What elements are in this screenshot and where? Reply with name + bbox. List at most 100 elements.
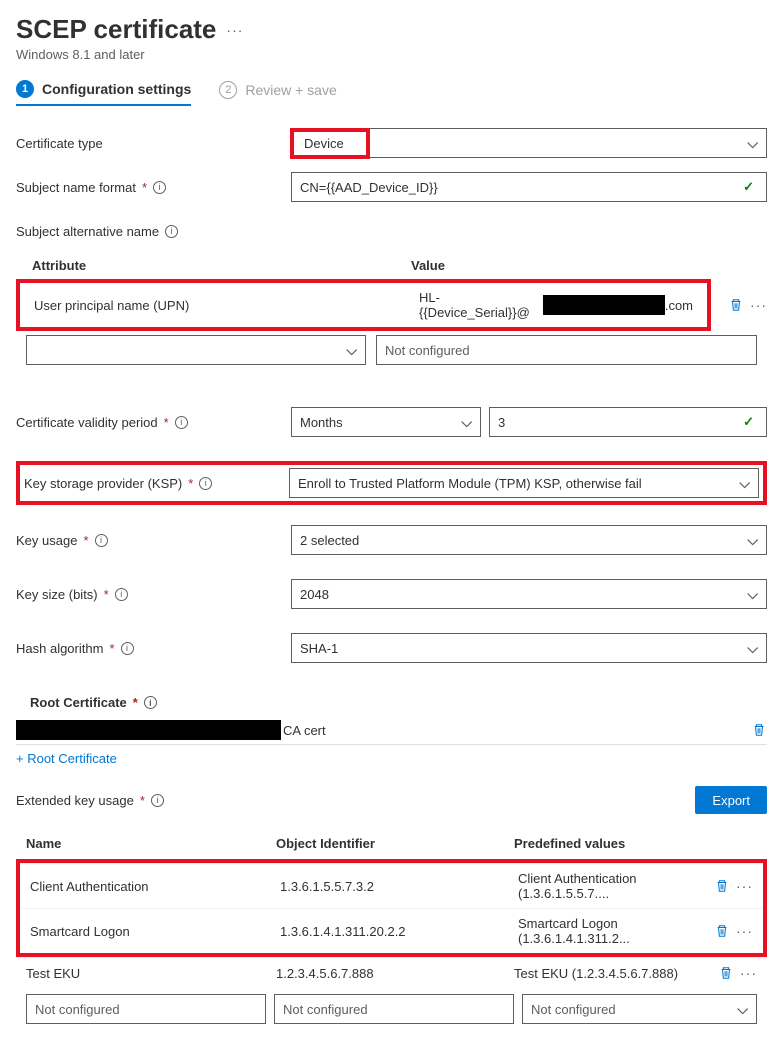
redacted-root-name — [16, 720, 281, 740]
eku-oid-placeholder: Not configured — [283, 1002, 368, 1017]
step-label: Configuration settings — [42, 81, 191, 97]
chevron-down-icon — [739, 475, 750, 492]
root-certificate-suffix: CA cert — [283, 723, 326, 738]
eku-predefined-placeholder: Not configured — [531, 1002, 616, 1017]
step-number-badge: 2 — [219, 81, 237, 99]
certificate-type-label: Certificate type — [16, 136, 103, 151]
eku-predefined: Smartcard Logon (1.3.6.1.4.1.311.2... — [518, 916, 714, 946]
eku-oid-input[interactable]: Not configured — [274, 994, 514, 1024]
hash-algorithm-select[interactable]: SHA-1 — [291, 633, 767, 663]
info-icon[interactable]: i — [151, 794, 164, 807]
page-title: SCEP certificate — [16, 14, 216, 45]
eku-predefined-select[interactable]: Not configured — [522, 994, 757, 1024]
eku-col-oid: Object Identifier — [276, 836, 514, 851]
eku-row-test: Test EKU 1.2.3.4.5.6.7.888 Test EKU (1.2… — [16, 957, 767, 988]
info-icon[interactable]: i — [121, 642, 134, 655]
required-marker: * — [188, 476, 193, 491]
chevron-down-icon — [747, 586, 758, 603]
step-review-save[interactable]: 2 Review + save — [219, 80, 336, 106]
certificate-type-value: Device — [292, 130, 368, 157]
key-size-select[interactable]: 2048 — [291, 579, 767, 609]
eku-predefined: Test EKU (1.2.3.4.5.6.7.888) — [514, 966, 718, 981]
ksp-select[interactable]: Enroll to Trusted Platform Module (TPM) … — [289, 468, 759, 498]
row-more-icon[interactable]: ··· — [750, 297, 767, 313]
step-label: Review + save — [245, 82, 336, 98]
validity-label: Certificate validity period — [16, 415, 158, 430]
add-root-certificate-link[interactable]: + Root Certificate — [16, 751, 117, 766]
hash-algorithm-label: Hash algorithm — [16, 641, 103, 656]
san-label: Subject alternative name — [16, 224, 159, 239]
delete-icon[interactable] — [714, 923, 730, 939]
page-subtitle: Windows 8.1 and later — [16, 47, 767, 62]
san-attr-value: User principal name (UPN) — [34, 298, 419, 313]
info-icon[interactable]: i — [165, 225, 178, 238]
export-button[interactable]: Export — [695, 786, 767, 814]
eku-row-smartcard-logon: Smartcard Logon 1.3.6.1.4.1.311.20.2.2 S… — [20, 908, 763, 953]
validity-unit-value: Months — [300, 415, 343, 430]
san-value-input[interactable]: Not configured — [376, 335, 757, 365]
eku-name-placeholder: Not configured — [35, 1002, 120, 1017]
row-more-icon[interactable]: ··· — [736, 923, 753, 939]
chevron-down-icon — [737, 1001, 748, 1018]
san-attribute-select[interactable] — [26, 335, 366, 365]
san-value-suffix: .com — [665, 298, 693, 313]
step-number-badge: 1 — [16, 80, 34, 98]
san-col-value: Value — [411, 258, 757, 273]
chevron-down-icon — [747, 532, 758, 549]
row-more-icon[interactable]: ··· — [740, 965, 757, 981]
validity-unit-select[interactable]: Months — [291, 407, 481, 437]
hash-algorithm-value: SHA-1 — [300, 641, 338, 656]
chevron-down-icon — [461, 414, 472, 431]
eku-oid: 1.2.3.4.5.6.7.888 — [276, 966, 514, 981]
row-more-icon[interactable]: ··· — [736, 878, 753, 894]
subject-name-format-label: Subject name format — [16, 180, 136, 195]
eku-oid: 1.3.6.1.5.5.7.3.2 — [280, 879, 518, 894]
eku-label: Extended key usage — [16, 793, 134, 808]
chevron-down-icon — [747, 640, 758, 657]
delete-icon[interactable] — [718, 965, 734, 981]
redacted-domain — [543, 295, 665, 315]
info-icon[interactable]: i — [199, 477, 212, 490]
eku-name: Test EKU — [26, 966, 276, 981]
required-marker: * — [83, 533, 88, 548]
chevron-down-icon — [747, 135, 766, 152]
info-icon[interactable]: i — [144, 696, 157, 709]
key-size-value: 2048 — [300, 587, 329, 602]
required-marker: * — [109, 641, 114, 656]
key-usage-value: 2 selected — [300, 533, 359, 548]
san-value-placeholder: Not configured — [385, 343, 470, 358]
root-certificate-row: CA cert — [16, 716, 767, 745]
delete-icon[interactable] — [714, 878, 730, 894]
eku-name: Smartcard Logon — [30, 924, 280, 939]
step-configuration-settings[interactable]: 1 Configuration settings — [16, 80, 191, 106]
required-marker: * — [133, 695, 138, 710]
more-icon[interactable]: ··· — [226, 22, 243, 38]
eku-name: Client Authentication — [30, 879, 280, 894]
eku-oid: 1.3.6.1.4.1.311.20.2.2 — [280, 924, 518, 939]
root-certificate-label: Root Certificate — [30, 695, 127, 710]
required-marker: * — [140, 793, 145, 808]
delete-icon[interactable] — [728, 297, 744, 313]
key-usage-select[interactable]: 2 selected — [291, 525, 767, 555]
eku-name-input[interactable]: Not configured — [26, 994, 266, 1024]
info-icon[interactable]: i — [115, 588, 128, 601]
required-marker: * — [164, 415, 169, 430]
chevron-down-icon — [346, 342, 357, 359]
eku-col-predefined: Predefined values — [514, 836, 757, 851]
ksp-value: Enroll to Trusted Platform Module (TPM) … — [298, 476, 642, 491]
info-icon[interactable]: i — [175, 416, 188, 429]
info-icon[interactable]: i — [153, 181, 166, 194]
eku-row-client-auth: Client Authentication 1.3.6.1.5.5.7.3.2 … — [20, 863, 763, 908]
eku-col-name: Name — [26, 836, 276, 851]
delete-icon[interactable] — [751, 722, 767, 738]
key-usage-label: Key usage — [16, 533, 77, 548]
check-icon: ✓ — [743, 414, 758, 430]
check-icon: ✓ — [743, 179, 758, 195]
certificate-type-select[interactable]: Device — [291, 128, 767, 158]
info-icon[interactable]: i — [95, 534, 108, 547]
san-col-attribute: Attribute — [26, 258, 411, 273]
subject-name-format-input[interactable]: CN={{AAD_Device_ID}} ✓ — [291, 172, 767, 202]
validity-value-input[interactable]: 3 ✓ — [489, 407, 767, 437]
ksp-label: Key storage provider (KSP) — [24, 476, 182, 491]
eku-predefined: Client Authentication (1.3.6.1.5.5.7.... — [518, 871, 714, 901]
